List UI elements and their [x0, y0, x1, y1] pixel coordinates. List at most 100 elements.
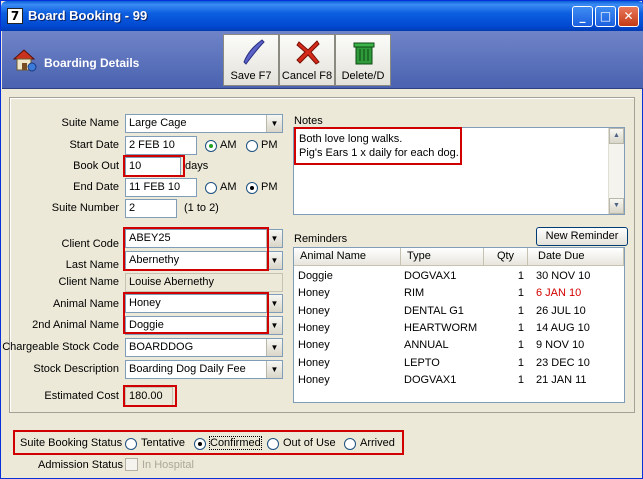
- stock-desc-select[interactable]: Boarding Dog Daily Fee ▼: [125, 360, 283, 379]
- chevron-down-icon[interactable]: ▼: [266, 339, 282, 356]
- reminder-animal-cell: Honey: [298, 339, 330, 352]
- pen-icon: [243, 39, 265, 65]
- reminder-due-cell: 14 AUG 10: [536, 321, 590, 334]
- end-am-radio[interactable]: [205, 182, 217, 194]
- end-pm-radio[interactable]: [246, 182, 258, 194]
- scroll-up-icon[interactable]: ▲: [609, 128, 624, 144]
- animal-name-select[interactable]: Honey ▼: [125, 294, 283, 313]
- in-hospital-label: In Hospital: [142, 459, 194, 471]
- status-radio-arrived[interactable]: [344, 438, 356, 450]
- chevron-down-icon[interactable]: ▼: [266, 361, 282, 378]
- in-hospital-checkbox[interactable]: [125, 458, 138, 471]
- delete-label: Delete/D: [341, 70, 385, 82]
- chevron-down-icon[interactable]: ▼: [266, 295, 282, 312]
- title-bar[interactable]: 7 Board Booking - 99 _ □ ✕: [1, 1, 643, 31]
- reminder-type-cell: DOGVAX1: [404, 270, 457, 282]
- reminder-due-cell: 30 NOV 10: [536, 270, 591, 282]
- chevron-down-icon[interactable]: ▼: [266, 115, 282, 132]
- chevron-down-icon[interactable]: ▼: [266, 230, 282, 247]
- save-label: Save F7: [230, 70, 272, 82]
- stock-code-select[interactable]: BOARDDOG ▼: [125, 338, 283, 357]
- client-code-select[interactable]: ABEY25 ▼: [125, 229, 283, 248]
- reminders-grid[interactable]: Animal Name Type Qty Date Due Doggie DOGV…: [293, 247, 625, 403]
- col-header-animal[interactable]: Animal Name: [294, 248, 401, 266]
- admission-status-label: Admission Status: [38, 459, 123, 471]
- start-date-field[interactable]: 2 FEB 10: [125, 136, 197, 155]
- suite-name-select[interactable]: Large Cage ▼: [125, 114, 283, 133]
- cancel-label: Cancel F8: [281, 70, 333, 82]
- reminder-due-cell: 23 DEC 10: [536, 356, 590, 369]
- client-code-value: ABEY25: [129, 232, 171, 244]
- reminder-type-cell: DOGVAX1: [404, 373, 457, 386]
- reminder-due-cell: 26 JUL 10: [536, 304, 586, 317]
- second-animal-select[interactable]: Doggie ▼: [125, 316, 283, 335]
- status-option-label[interactable]: Tentative: [141, 437, 185, 449]
- status-label: Suite Booking Status: [20, 437, 123, 449]
- end-date-field[interactable]: 11 FEB 10: [125, 178, 197, 197]
- notes-line-2: Pig's Ears 1 x daily for each dog.: [299, 147, 459, 159]
- status-radio-confirmed[interactable]: [194, 438, 206, 450]
- reminder-animal-cell: Honey: [298, 321, 330, 334]
- col-header-type[interactable]: Type: [401, 248, 484, 266]
- chevron-down-icon[interactable]: ▼: [266, 252, 282, 269]
- reminder-animal-cell: Doggie: [298, 270, 333, 282]
- suite-number-label: Suite Number: [51, 202, 119, 214]
- second-animal-value: Doggie: [129, 319, 164, 331]
- col-header-date[interactable]: Date Due: [528, 248, 624, 266]
- stock-code-label: Chargeable Stock Code: [2, 341, 119, 353]
- second-animal-label: 2nd Animal Name: [32, 319, 119, 331]
- reminder-qty-cell: 1: [517, 321, 524, 334]
- estimated-cost-label: Estimated Cost: [44, 390, 119, 402]
- book-out-unit: days: [185, 160, 209, 172]
- reminder-animal-cell: Honey: [298, 356, 330, 369]
- suite-number-hint: (1 to 2): [184, 202, 219, 214]
- end-date-label: End Date: [73, 181, 119, 193]
- status-option-label[interactable]: Confirmed: [209, 436, 262, 450]
- status-option-label[interactable]: Arrived: [360, 437, 395, 449]
- notes-line-1: Both love long walks.: [299, 133, 403, 145]
- scroll-down-icon[interactable]: ▼: [609, 198, 624, 214]
- delete-button[interactable]: Delete/D: [335, 34, 391, 86]
- reminder-type-cell: ANNUAL: [404, 339, 449, 352]
- reminder-type-cell: RIM: [404, 287, 425, 300]
- stock-desc-value: Boarding Dog Daily Fee: [129, 363, 246, 375]
- trash-can-icon: [353, 42, 375, 65]
- reminder-qty-cell: 1: [517, 356, 524, 369]
- section-title: Boarding Details: [44, 56, 140, 70]
- reminder-qty-cell: 1: [517, 304, 524, 317]
- suite-number-field[interactable]: 2: [125, 199, 177, 218]
- close-button[interactable]: ✕: [618, 6, 639, 27]
- status-option-label[interactable]: Out of Use: [283, 437, 336, 449]
- book-out-field[interactable]: 10: [125, 157, 181, 176]
- client-name-label: Client Name: [58, 276, 119, 288]
- animal-name-value: Honey: [129, 297, 161, 309]
- notes-scrollbar[interactable]: ▲ ▼: [608, 128, 624, 214]
- client-name-field: Louise Abernethy: [125, 273, 283, 292]
- start-am-radio[interactable]: [205, 140, 217, 152]
- status-radio-out-of-use[interactable]: [267, 438, 279, 450]
- last-name-select[interactable]: Abernethy ▼: [125, 251, 283, 270]
- new-reminder-button[interactable]: New Reminder: [536, 227, 628, 246]
- red-x-icon: [296, 40, 320, 65]
- notes-label: Notes: [294, 115, 323, 127]
- chevron-down-icon[interactable]: ▼: [266, 317, 282, 334]
- col-header-qty[interactable]: Qty: [484, 248, 528, 266]
- estimated-cost-field: 180.00: [125, 387, 173, 406]
- save-button[interactable]: Save F7: [223, 34, 279, 86]
- reminder-type-cell: HEARTWORM: [404, 321, 478, 334]
- reminder-animal-cell: Honey: [298, 304, 330, 317]
- board-booking-window: 7 Board Booking - 99 _ □ ✕ Boarding Deta…: [0, 0, 643, 479]
- maximize-button[interactable]: □: [595, 6, 616, 27]
- reminder-qty-cell: 1: [517, 339, 524, 352]
- reminder-animal-cell: Honey: [298, 287, 330, 300]
- house-icon: [12, 49, 37, 72]
- start-date-label: Start Date: [69, 139, 119, 151]
- status-radio-tentative[interactable]: [125, 438, 137, 450]
- notes-textarea[interactable]: Both love long walks. Pig's Ears 1 x dai…: [293, 127, 625, 215]
- reminders-label: Reminders: [294, 233, 348, 245]
- start-am-label: AM: [220, 139, 237, 151]
- minimize-button[interactable]: _: [572, 6, 593, 27]
- cancel-button[interactable]: Cancel F8: [279, 34, 335, 86]
- start-pm-radio[interactable]: [246, 140, 258, 152]
- app-icon: 7: [7, 8, 23, 24]
